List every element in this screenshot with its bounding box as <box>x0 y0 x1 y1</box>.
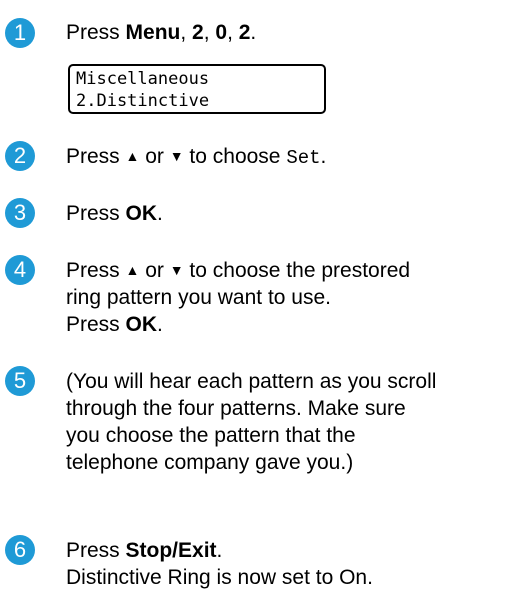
step-5-line-2: through the four patterns. Make sure <box>66 397 406 420</box>
up-arrow-icon: ▲ <box>125 262 140 278</box>
up-arrow-icon: ▲ <box>125 148 140 164</box>
set-value: Set <box>286 147 321 169</box>
step-number-6: 6 <box>5 535 35 565</box>
step-5-text: (You will hear each pattern as you scrol… <box>66 368 436 476</box>
step-number-1: 1 <box>5 18 35 48</box>
step-6-text: Press Stop/Exit. Distinctive Ring is now… <box>66 539 373 589</box>
step-number-4: 4 <box>5 255 35 285</box>
step-number-2: 2 <box>5 141 35 171</box>
stop-exit-key: Stop/Exit <box>125 539 217 562</box>
step-4-text: Press ▲ or ▼ to choose the prestored rin… <box>66 259 411 336</box>
down-arrow-icon: ▼ <box>169 262 184 278</box>
ok-key: OK <box>125 202 158 225</box>
down-arrow-icon: ▼ <box>169 148 184 164</box>
step-5-line-1: (You will hear each pattern as you scrol… <box>66 370 437 393</box>
key-2b: 2 <box>238 21 251 44</box>
step-6-line-2: Distinctive Ring is now set to On. <box>66 566 373 589</box>
step-5-line-4: telephone company gave you.) <box>66 451 354 474</box>
lcd-line-1: Miscellaneous <box>76 69 210 89</box>
step-1-text: Press Menu, 2, 0, 2. <box>66 21 257 44</box>
key-0: 0 <box>215 21 228 44</box>
step-3-text: Press OK. <box>66 202 163 225</box>
step-number-3: 3 <box>5 198 35 228</box>
step-5-line-3: you choose the pattern that the <box>66 424 356 447</box>
step-2-text: Press ▲ or ▼ to choose Set. <box>66 145 327 169</box>
lcd-display: Miscellaneous 2.Distinctive <box>68 64 326 114</box>
step-4-line-2: ring pattern you want to use. <box>66 286 331 309</box>
menu-key: Menu <box>125 21 181 44</box>
key-2: 2 <box>192 21 204 44</box>
ok-key: OK <box>125 313 158 336</box>
lcd-line-2: 2.Distinctive <box>76 91 210 111</box>
step-number-5: 5 <box>5 366 35 396</box>
